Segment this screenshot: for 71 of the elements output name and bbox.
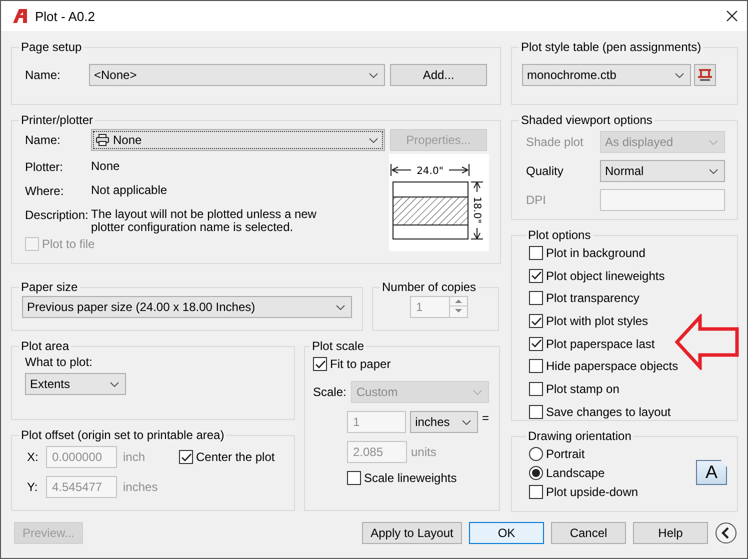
unit-label: inches (123, 480, 159, 494)
back-chevron-icon (715, 522, 737, 544)
checkbox[interactable]: Save changes to layout (529, 402, 727, 421)
group-title: Paper size (20, 280, 79, 294)
checkmark-icon (530, 271, 542, 280)
info-label: Where: (25, 184, 65, 198)
group-title: Drawing orientation (527, 429, 632, 443)
info-value: The layout will not be plotted unless a new plotter configuration name is selected. (91, 208, 318, 234)
field-label: X: (26, 450, 40, 464)
dialog-button[interactable]: Cancel (551, 522, 626, 544)
field-label: Scale: (313, 385, 346, 399)
unit-label: inch (123, 450, 146, 464)
checkbox[interactable]: Plot with plot styles (529, 312, 727, 330)
field-label: Name: (24, 68, 62, 82)
unit-dropdown[interactable]: inches (410, 411, 478, 433)
page-orientation-icon: A (696, 460, 727, 485)
field-label: Quality (525, 164, 564, 178)
field-label: Name: (24, 133, 62, 147)
checkmark-icon (530, 316, 542, 326)
paper-size-dropdown[interactable]: Previous paper size (24.00 x 18.00 Inches) (22, 296, 352, 318)
group-title: Plot style table (pen assignments) (520, 40, 702, 54)
paper-preview-drawing: 24.0" 18.0" (389, 154, 489, 251)
group-title: Plot area (20, 339, 70, 353)
group-title: Plot scale (311, 339, 366, 353)
field-label: Y: (26, 480, 39, 494)
group-title: Page setup (20, 40, 83, 54)
checkbox[interactable]: Center the plot (179, 448, 275, 466)
option-dropdown[interactable]: Normal (600, 160, 725, 182)
close-icon (726, 10, 738, 22)
checkbox[interactable]: Plot paperspace last (529, 334, 727, 353)
checkbox[interactable]: Plot object lineweights (529, 266, 727, 285)
printer-dropdown[interactable]: None (91, 129, 385, 151)
dialog-button[interactable]: Apply to Layout (362, 522, 462, 544)
checkbox[interactable]: Plot upside-down (529, 483, 638, 501)
app-logo-icon (13, 9, 27, 23)
field-label: Shade plot (525, 135, 584, 149)
unit-label: units (411, 445, 436, 459)
dialog-button[interactable]: Help (633, 522, 708, 544)
checkbox[interactable]: Scale lineweights (347, 469, 489, 487)
field-label: DPI (525, 193, 548, 207)
group-title: Number of copies (381, 280, 478, 294)
info-label: Description: (25, 208, 90, 224)
field-label: What to plot: (24, 355, 94, 369)
printer-icon (96, 134, 109, 146)
info-label: Plotter: (25, 160, 64, 174)
checkbox[interactable]: Plot transparency (529, 289, 727, 308)
collapse-button[interactable] (715, 522, 737, 544)
equals-sign: = (482, 411, 489, 425)
checkmark-icon (314, 360, 326, 368)
radio-button[interactable]: Portrait (529, 445, 638, 463)
radio-button[interactable]: Landscape (529, 464, 638, 482)
plot-style-dropdown[interactable]: monochrome.ctb (522, 64, 691, 86)
checkbox[interactable]: Plot in background (529, 244, 727, 262)
checkbox[interactable]: Fit to paper (313, 355, 489, 373)
info-value: Not applicable (91, 184, 168, 198)
checkmark-icon (530, 339, 542, 348)
checkbox[interactable]: Hide paperspace objects (529, 357, 727, 376)
plot-area-dropdown[interactable]: Extents (25, 373, 126, 395)
dialog-button[interactable]: OK (469, 522, 544, 544)
group-title: Plot offset (origin set to printable area) (20, 428, 226, 442)
add-button[interactable]: Add... (390, 64, 487, 86)
page-setup-dropdown[interactable]: <None> (89, 64, 385, 86)
group-title: Printer/plotter (20, 113, 94, 127)
table-edit-icon (697, 67, 713, 83)
checkmark-icon (180, 452, 192, 462)
group-title: Plot options (527, 228, 592, 242)
edit-style-button[interactable] (694, 64, 716, 86)
window-title: Plot - A0.2 (35, 8, 96, 24)
info-value: None (91, 160, 121, 174)
group-title: Shaded viewport options (520, 113, 654, 127)
checkbox[interactable]: Plot stamp on (529, 380, 727, 398)
